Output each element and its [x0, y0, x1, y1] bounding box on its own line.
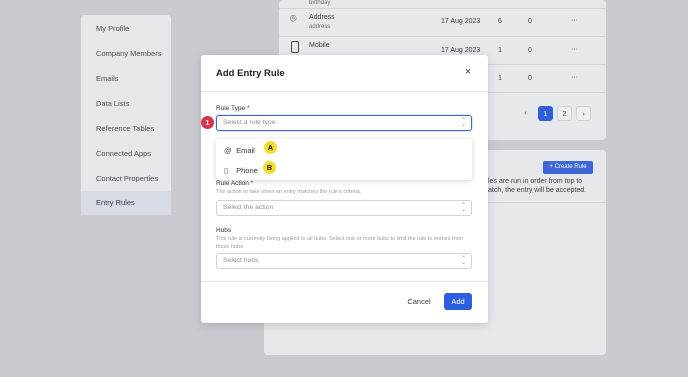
- table-row-name: Address: [309, 14, 335, 21]
- table-row-date: 17 Aug 2023: [441, 18, 481, 25]
- mobile-phone-icon: ▯: [224, 166, 229, 175]
- option-email[interactable]: @ Email: [224, 146, 255, 155]
- hubs-label: Hubs: [216, 227, 232, 234]
- table-row-count: 0: [528, 47, 532, 54]
- cancel-button[interactable]: Cancel: [401, 294, 437, 310]
- rule-action-description: The action to take when an entry matches…: [216, 189, 362, 195]
- sidebar-item-data-lists[interactable]: Data Lists: [96, 99, 129, 108]
- option-phone-label: Phone: [236, 166, 258, 175]
- sidebar-item-my-profile[interactable]: My Profile: [96, 24, 129, 33]
- rule-type-dropdown: @ Email ▯ Phone: [216, 139, 472, 180]
- table-row-divider: [279, 8, 606, 9]
- at-sign-icon: @: [224, 146, 232, 155]
- select-chevron-icon: ⌃ ⌄: [460, 118, 466, 128]
- rules-description-line: atch, the entry will be accepted.: [488, 187, 587, 194]
- pagination-prev-button[interactable]: ‹: [518, 106, 533, 121]
- create-rule-button[interactable]: + Create Rule: [543, 161, 593, 174]
- add-button[interactable]: Add: [444, 293, 472, 310]
- sidebar-item-reference-tables[interactable]: Reference Tables: [96, 124, 154, 133]
- table-row-count: 6: [498, 18, 502, 25]
- phone-callout-badge: B: [263, 161, 276, 174]
- sidebar-item-emails[interactable]: Emails: [96, 74, 119, 83]
- pagination-next-button[interactable]: ›: [576, 106, 591, 121]
- hubs-select[interactable]: Select hubs ⌃ ⌄: [216, 253, 472, 269]
- rules-description-line: les are run in order from top to: [488, 178, 583, 185]
- table-row-name: Mobile: [309, 42, 330, 49]
- option-phone[interactable]: ▯ Phone: [224, 166, 258, 175]
- step-number-badge: 1: [201, 116, 214, 129]
- select-chevron-icon: ⌃ ⌄: [460, 203, 466, 213]
- sidebar-item-connected-apps[interactable]: Connected Apps: [96, 149, 151, 158]
- table-row-count: 0: [528, 18, 532, 25]
- dialog-footer-divider: [201, 281, 488, 282]
- row-menu-icon[interactable]: ···: [571, 46, 578, 53]
- hubs-description: This rule is currently being applied to …: [216, 236, 464, 250]
- rule-action-label: Rule Action *: [216, 180, 254, 187]
- table-row-divider: [279, 36, 606, 37]
- partial-row-sub: birthday: [309, 0, 331, 6]
- rule-type-select[interactable]: Select a rule type ⌃ ⌄: [216, 115, 472, 131]
- table-row-count: 0: [528, 75, 532, 82]
- table-row-date: 17 Aug 2023: [441, 47, 481, 54]
- settings-sidebar: My Profile Company Members Emails Data L…: [81, 15, 171, 215]
- sidebar-item-company-members[interactable]: Company Members: [96, 49, 161, 58]
- select-chevron-icon: ⌃ ⌄: [460, 256, 466, 266]
- table-row-count: 1: [498, 47, 502, 54]
- rule-action-select[interactable]: Select the action ⌃ ⌄: [216, 200, 472, 216]
- option-email-label: Email: [236, 146, 255, 155]
- rule-action-placeholder: Select the action: [223, 204, 274, 211]
- table-row-count: 1: [498, 75, 502, 82]
- email-callout-badge: A: [264, 141, 277, 154]
- mobile-phone-icon: [291, 41, 299, 53]
- close-icon[interactable]: ×: [463, 67, 473, 78]
- pagination-page-1[interactable]: 1: [538, 106, 553, 121]
- hubs-placeholder: Select hubs: [223, 257, 259, 264]
- rule-type-label: Rule Type *: [216, 105, 250, 112]
- add-entry-rule-dialog: Add Entry Rule × Rule Type * Select a ru…: [201, 55, 488, 323]
- rule-type-placeholder: Select a rule type: [223, 119, 276, 126]
- dialog-header-divider: [201, 91, 488, 92]
- table-row-sub: address: [309, 24, 331, 30]
- sidebar-item-entry-rules[interactable]: Entry Rules: [81, 191, 171, 215]
- row-menu-icon[interactable]: ···: [571, 74, 578, 81]
- sidebar-item-contact-properties[interactable]: Contact Properties: [96, 174, 158, 183]
- dialog-title: Add Entry Rule: [216, 68, 285, 79]
- pagination-page-2[interactable]: 2: [557, 106, 572, 121]
- row-menu-icon[interactable]: ···: [571, 17, 578, 24]
- location-pin-icon: ⌾: [290, 13, 297, 25]
